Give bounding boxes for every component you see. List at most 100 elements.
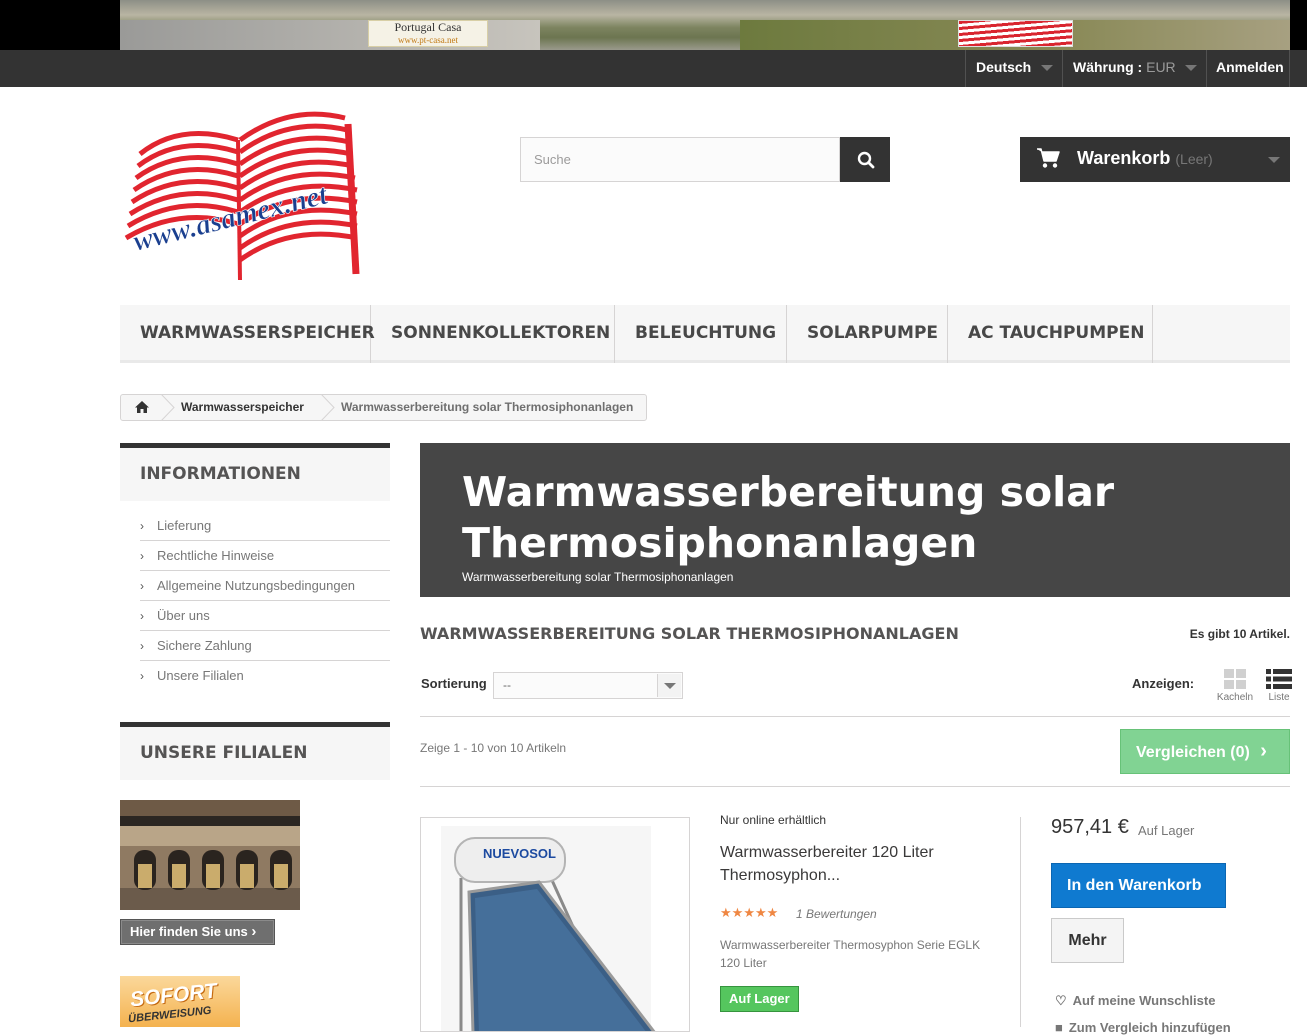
site-logo[interactable]: www.asamex.net <box>120 104 380 281</box>
breadcrumb-level1[interactable]: Warmwasserspeicher <box>181 395 304 420</box>
add-to-cart-button[interactable]: In den Warenkorb <box>1051 863 1226 908</box>
language-selector[interactable]: Deutsch <box>965 50 1062 87</box>
info-link-nutzungsbedingungen[interactable]: › Allgemeine Nutzungsbedingungen <box>140 571 390 601</box>
banner-image[interactable] <box>120 0 1290 50</box>
review-count: 1 Bewertungen <box>796 907 877 921</box>
top-navigation: Deutsch Währung : EUR Anmelden <box>0 50 1307 87</box>
star-icon: ★ <box>766 905 779 920</box>
information-block-title[interactable]: INFORMATIONEN <box>120 443 390 501</box>
chevron-down-icon <box>1185 65 1197 71</box>
cart-label: Warenkorb <box>1077 148 1171 168</box>
star-icon: ★ <box>743 905 755 920</box>
star-icon: ★ <box>754 905 767 920</box>
info-link-label: Unsere Filialen <box>157 668 244 683</box>
category-heading: WARMWASSERBEREITUNG SOLAR THERMOSIPHONAN… <box>420 624 959 643</box>
breadcrumb-home[interactable] <box>121 395 163 420</box>
select-arrow <box>657 674 681 697</box>
language-label: Deutsch <box>976 59 1032 75</box>
chevron-right-icon: › <box>140 579 144 593</box>
banner-logo-asamex[interactable] <box>958 20 1073 47</box>
stock-badge: Auf Lager <box>720 986 799 1012</box>
info-link-sichere-zahlung[interactable]: › Sichere Zahlung <box>140 631 390 661</box>
compare-link-label: Zum Vergleich hinzufügen <box>1068 1020 1231 1035</box>
sort-label: Sortierung <box>421 676 487 691</box>
chevron-right-icon: › <box>140 669 144 683</box>
store-image[interactable] <box>120 800 300 910</box>
stores-block-title[interactable]: UNSERE FILIALEN <box>120 722 390 780</box>
chevron-right-icon: › <box>140 519 144 533</box>
product-brand-text: NUEVOSOL <box>483 846 556 861</box>
grid-view-icon <box>1224 669 1246 689</box>
category-header: Warmwasserbereitung solar Thermosiphonan… <box>420 443 1290 597</box>
rating-stars: ★★★★★ <box>720 905 778 921</box>
vertical-divider <box>1020 817 1021 1027</box>
chevron-right-icon: › <box>140 609 144 623</box>
compare-button[interactable]: Vergleichen (0) › <box>1120 729 1290 774</box>
find-stores-label: Hier finden Sie uns <box>130 924 248 939</box>
view-grid-option[interactable]: Kacheln <box>1213 669 1257 703</box>
info-link-lieferung[interactable]: › Lieferung <box>140 511 390 541</box>
info-link-label: Über uns <box>157 608 210 623</box>
breadcrumb-separator-icon <box>321 394 335 421</box>
chevron-right-icon: › <box>251 923 257 940</box>
online-only-label: Nur online erhältlich <box>720 813 827 827</box>
product-description: Warmwasserbereiter Thermosyphon Serie EG… <box>720 938 981 970</box>
search-icon <box>857 151 875 169</box>
chevron-down-icon <box>1041 65 1053 71</box>
menu-item-solarpumpe[interactable]: SOLARPUMPE <box>787 305 948 363</box>
info-link-rechtliche-hinweise[interactable]: › Rechtliche Hinweise <box>140 541 390 571</box>
cart-status: (Leer) <box>1175 151 1213 167</box>
banner-logo-portugal-casa[interactable]: Portugal Casa www.pt-casa.net <box>368 20 488 47</box>
add-to-compare-link[interactable]: ■ Zum Vergleich hinzufügen <box>1055 1020 1231 1035</box>
login-link[interactable]: Anmelden <box>1206 50 1290 87</box>
cart-block[interactable]: Warenkorb (Leer) <box>1020 137 1290 182</box>
chevron-down-icon <box>1268 157 1280 163</box>
menu-item-ac-tauchpumpen[interactable]: AC TAUCHPUMPEN <box>948 305 1153 363</box>
info-link-label: Allgemeine Nutzungsbedingungen <box>157 578 356 593</box>
view-list-option[interactable]: Liste <box>1263 669 1295 703</box>
sort-value: -- <box>503 678 511 692</box>
currency-value: EUR <box>1146 59 1176 75</box>
divider <box>420 716 1290 717</box>
menu-item-warmwasserspeicher[interactable]: WARMWASSERSPEICHER <box>120 305 375 363</box>
info-link-label: Rechtliche Hinweise <box>157 548 275 563</box>
list-view-icon <box>1266 669 1292 689</box>
sort-select[interactable]: -- <box>493 672 683 699</box>
menu-item-beleuchtung[interactable]: BELEUCHTUNG <box>615 305 787 363</box>
info-link-label: Lieferung <box>157 518 212 533</box>
view-grid-label: Kacheln <box>1216 692 1254 703</box>
main-menu: WARMWASSERSPEICHER SONNENKOLLEKTOREN BEL… <box>120 305 1290 363</box>
divider <box>420 786 1290 787</box>
find-stores-button[interactable]: Hier finden Sie uns › <box>120 919 275 945</box>
category-title: Warmwasserbereitung solar Thermosiphonan… <box>462 468 1115 567</box>
product-count: Es gibt 10 Artikel. <box>1189 627 1290 641</box>
search-button[interactable] <box>840 137 890 182</box>
compare-label: Vergleichen (0) <box>1136 744 1250 761</box>
product-name[interactable]: Warmwasserbereiter 120 Liter Thermosypho… <box>720 841 1000 887</box>
add-to-wishlist-link[interactable]: ♡ Auf meine Wunschliste <box>1055 993 1215 1009</box>
star-icon: ★ <box>720 905 732 920</box>
more-button[interactable]: Mehr <box>1051 918 1124 963</box>
breadcrumb-separator-icon <box>161 394 175 421</box>
sofort-payment-logo[interactable]: SOFORT ÜBERWEISUNG <box>120 976 240 1027</box>
menu-item-sonnenkollektoren[interactable]: SONNENKOLLEKTOREN <box>371 305 615 363</box>
info-link-unsere-filialen[interactable]: › Unsere Filialen <box>140 661 390 691</box>
shopping-cart-icon <box>1037 148 1060 168</box>
banner-logo1-sub: www.pt-casa.net <box>398 35 458 45</box>
chevron-right-icon: › <box>1260 740 1267 762</box>
breadcrumb: Warmwasserspeicher Warmwasserbereitung s… <box>120 394 647 421</box>
chevron-down-icon <box>664 683 676 689</box>
chevron-right-icon: › <box>140 639 144 653</box>
plus-icon: ■ <box>1055 1020 1063 1035</box>
search-input[interactable] <box>520 137 840 182</box>
view-label: Anzeigen: <box>1132 676 1195 691</box>
currency-label: Währung : <box>1073 59 1143 75</box>
home-icon <box>135 401 149 413</box>
view-list-label: Liste <box>1268 692 1290 703</box>
banner-logo1-title: Portugal Casa <box>394 20 462 34</box>
info-link-ueber-uns[interactable]: › Über uns <box>140 601 390 631</box>
product-image[interactable]: NUEVOSOL <box>420 817 690 1032</box>
info-link-label: Sichere Zahlung <box>157 638 252 653</box>
currency-selector[interactable]: Währung : EUR <box>1062 50 1206 87</box>
login-label: Anmelden <box>1216 59 1284 75</box>
